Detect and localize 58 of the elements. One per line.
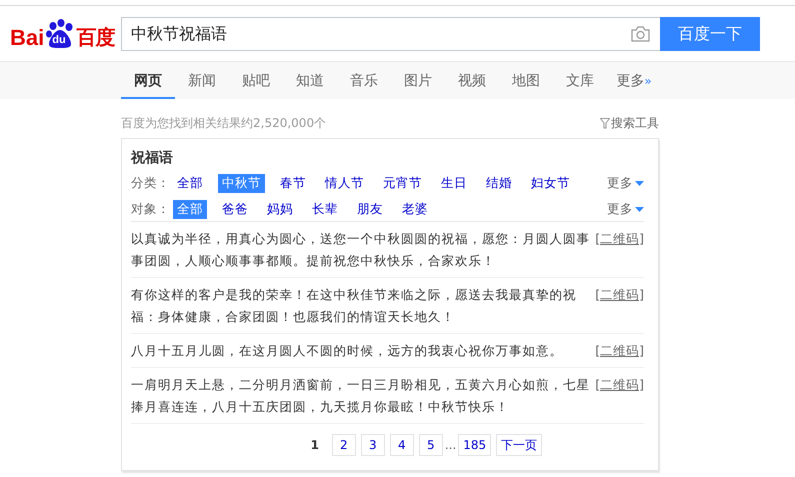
filter-option[interactable]: 全部 — [173, 174, 207, 193]
logo-text: 百度 — [76, 27, 114, 49]
filter-option[interactable]: 中秋节 — [218, 174, 265, 193]
greeting-text: 八月十五月儿圆，在这月圆人不圆的时候，远方的我衷心祝你万事如意。 — [131, 342, 564, 360]
qr-code-link[interactable]: [二维码] — [595, 374, 644, 418]
next-page-link[interactable]: 下一页 — [496, 434, 542, 456]
page-link[interactable]: 3 — [360, 434, 385, 456]
greeting-text: 以真诚为半径，用真心为圆心，送您一个中秋圆圆的祝福，愿您：月圆人圆事事团圆，人顺心顺事事都顺。提前祝您中秋快乐，合家欢乐！ — [131, 230, 591, 270]
filter-option[interactable]: 情人节 — [321, 174, 368, 193]
filter-option[interactable]: 春节 — [276, 174, 310, 193]
filter-option[interactable]: 结婚 — [482, 174, 516, 193]
baidu-logo[interactable]: Bai du 百度 — [10, 19, 121, 49]
filter-option[interactable]: 长辈 — [308, 200, 342, 219]
nav-tab[interactable]: 新闻 — [175, 62, 229, 99]
filter-option[interactable]: 生日 — [437, 174, 471, 193]
search-tools-button[interactable]: 搜索工具 — [600, 114, 659, 132]
filter-option[interactable]: 爸爸 — [218, 200, 252, 219]
camera-icon[interactable] — [631, 26, 650, 42]
more-button[interactable]: 更多 — [607, 201, 644, 218]
filter-option[interactable]: 全部 — [173, 200, 207, 219]
filter-option[interactable]: 妇女节 — [527, 174, 574, 193]
card-title: 祝福语 — [131, 149, 174, 168]
nav-tab[interactable]: 更多» — [607, 62, 661, 99]
filter-label: 分类： — [131, 175, 171, 192]
result-count: 百度为您找到相关结果约2,520,000个 — [121, 114, 326, 132]
nav-tab[interactable]: 地图 — [499, 62, 553, 99]
caret-icon — [635, 181, 644, 186]
search-field[interactable]: 中秋节祝福语 — [121, 17, 660, 51]
qr-code-link[interactable]: [二维码] — [595, 340, 644, 362]
filter-option[interactable]: 妈妈 — [263, 200, 297, 219]
nav-tab[interactable]: 知道 — [283, 62, 337, 99]
logo-text: du — [52, 34, 66, 46]
greeting-text: 一肩明月天上悬，二分明月洒窗前，一日三月盼相见，五黄六月心如煎，七星捧月喜连连，八月十五庆团圆，九天揽月你最眩！中秋节快乐！ — [131, 376, 591, 416]
filter-option[interactable]: 朋友 — [353, 200, 387, 219]
filter-option[interactable]: 元宵节 — [379, 174, 426, 193]
nav-tab[interactable]: 文库 — [553, 62, 607, 99]
search-button[interactable]: 百度一下 — [660, 17, 760, 51]
filter-option[interactable]: 老婆 — [398, 200, 432, 219]
greeting-text: 有你这样的客户是我的荣幸！在这中秋佳节来临之际，愿送去我最真挚的祝福：身体健康，合家团圆！也愿我们的情谊天长地久！ — [131, 286, 578, 326]
paw-icon — [45, 19, 76, 49]
nav-tab[interactable]: 视频 — [445, 62, 499, 99]
page-ellipsis: ... — [444, 438, 456, 452]
nav-tab[interactable]: 网页 — [121, 62, 175, 99]
more-button[interactable]: 更多 — [607, 175, 644, 192]
nav-tab[interactable]: 音乐 — [337, 62, 391, 99]
qr-code-link[interactable]: [二维码] — [595, 228, 644, 272]
qr-code-link[interactable]: [二维码] — [595, 284, 644, 328]
filter-icon — [600, 118, 610, 128]
nav-tab[interactable]: 贴吧 — [229, 62, 283, 99]
page-link[interactable]: 4 — [390, 434, 414, 456]
caret-icon — [635, 207, 644, 212]
page-link[interactable]: 5 — [418, 434, 443, 456]
page-link[interactable]: 1 — [302, 434, 327, 456]
page-link[interactable]: 185 — [458, 434, 492, 456]
nav-tab[interactable]: 图片 — [391, 62, 445, 99]
logo-text: Bai — [10, 27, 44, 49]
page-link[interactable]: 2 — [332, 434, 356, 456]
filter-label: 对象： — [131, 201, 171, 218]
